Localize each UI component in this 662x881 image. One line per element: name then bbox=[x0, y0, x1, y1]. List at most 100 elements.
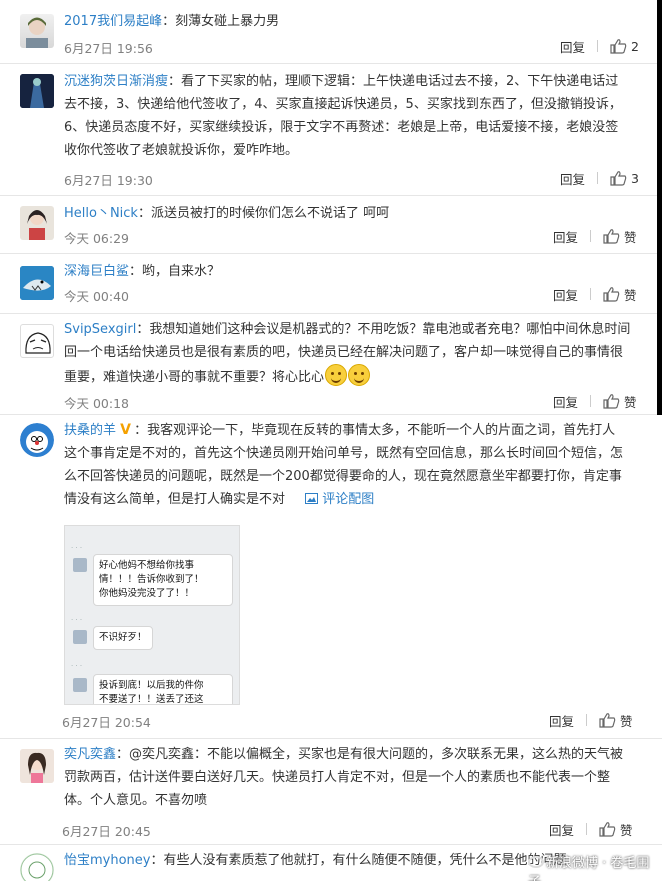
comment-text-line: 体。个人意见。不喜勿喷 bbox=[64, 793, 208, 808]
comment-time: 6月27日 20:45 bbox=[62, 824, 151, 839]
chat-text: 你他妈没完没了了！！ bbox=[99, 588, 195, 599]
comment-author[interactable]: Hello丶Nick bbox=[64, 206, 138, 221]
avatar[interactable] bbox=[20, 423, 54, 457]
verified-v-icon: V bbox=[120, 422, 131, 438]
comment-item: 深海巨白鲨：哟，自来水？ 今天 00:40 回复 赞 bbox=[0, 254, 657, 314]
chat-text: 不要送了！！送丢了还这 bbox=[99, 694, 204, 705]
chat-bubble: 好心他妈不想给你找事 情！！！告诉你收到了！ 你他妈没完没了了！！ bbox=[93, 554, 233, 606]
divider bbox=[586, 714, 588, 726]
like-button[interactable]: 赞 bbox=[603, 285, 637, 304]
comment-text-line: 重要，难道快递小哥的事就不重要？将心比心 bbox=[64, 370, 325, 385]
like-button[interactable]: 3 bbox=[610, 171, 639, 186]
reply-button[interactable]: 回复 bbox=[549, 820, 574, 839]
thumb-up-icon bbox=[610, 170, 627, 186]
avatar[interactable] bbox=[20, 853, 54, 881]
comment-text: 派送员被打的时候你们怎么不说话了 呵呵 bbox=[150, 206, 390, 221]
chat-text: 好心他妈不想给你找事 bbox=[99, 560, 195, 571]
chat-bubble: 投诉到底！以后我的件你 不要送了！！送丢了还这 bbox=[93, 674, 233, 705]
like-label: 赞 bbox=[620, 713, 633, 729]
comment-text-line: 去不接，3、快递给他代签收了，4、买家直接起诉快递员，5、买家找到东西了，但没撤… bbox=[64, 97, 622, 112]
separator: ： bbox=[162, 14, 176, 29]
like-label: 赞 bbox=[624, 287, 637, 303]
avatar[interactable] bbox=[20, 324, 54, 358]
like-button[interactable]: 赞 bbox=[603, 392, 637, 411]
comment-author[interactable]: 沉迷狗茨日渐消瘦 bbox=[64, 74, 168, 89]
comment-time: 今天 06:29 bbox=[64, 231, 129, 246]
separator: ： bbox=[134, 423, 148, 438]
comment-time: 今天 00:18 bbox=[64, 396, 129, 411]
avatar[interactable] bbox=[20, 749, 54, 783]
divider bbox=[590, 288, 592, 300]
chat-meta: · · · bbox=[71, 544, 83, 552]
reply-button[interactable]: 回复 bbox=[560, 169, 585, 188]
chat-text: 投诉到底！以后我的件你 bbox=[99, 680, 204, 691]
chat-text: 不识好歹！ bbox=[99, 632, 147, 643]
like-button[interactable]: 赞 bbox=[603, 227, 637, 246]
divider bbox=[597, 40, 599, 52]
picture-icon bbox=[305, 493, 319, 504]
like-button[interactable]: 2 bbox=[610, 39, 639, 54]
comment-text-line: 么不回答快递员的问题呢，既然是一个200都觉得要命的人，现在竟然愿意坐牢都要打你… bbox=[64, 469, 622, 484]
image-edge-strip bbox=[657, 0, 662, 415]
comment-text-line: 我客观评论一下，毕竟现在反转的事情太多，不能听一个人的片面之词，首先打人 bbox=[147, 423, 616, 438]
chat-meta: · · · bbox=[71, 616, 83, 624]
comment-author[interactable]: 2017我们易起峰 bbox=[64, 14, 162, 29]
like-label: 赞 bbox=[624, 394, 637, 410]
comment-text-line: 我想知道她们这种会议是机器式的？不用吃饭？靠电池或者充电？哪怕中间休息时间 bbox=[149, 322, 631, 337]
comment-item: SvipSexgirl：我想知道她们这种会议是机器式的？不用吃饭？靠电池或者充电… bbox=[0, 314, 657, 415]
comment-text-line: 6、快递员态度不好，买家继续投诉，限于文字不再赘述：老娘是上帝，电话爱接不接，老… bbox=[64, 120, 619, 135]
comment-text: 刻薄女碰上暴力男 bbox=[175, 14, 280, 29]
avatar[interactable] bbox=[20, 14, 54, 48]
avatar[interactable] bbox=[20, 206, 54, 240]
weibo-logo-icon bbox=[528, 856, 544, 868]
reply-button[interactable]: 回复 bbox=[560, 37, 585, 56]
comment-author[interactable]: 奕凡奕鑫 bbox=[64, 747, 116, 762]
separator: ： bbox=[137, 206, 151, 221]
comment-item: 沉迷狗茨日渐消瘦：看了下买家的帖，理顺下逻辑：上午快递电话过去不接，2、下午快递… bbox=[0, 64, 657, 196]
comment-time: 6月27日 20:54 bbox=[62, 715, 151, 730]
comment-time: 今天 00:40 bbox=[64, 289, 129, 304]
reply-button[interactable]: 回复 bbox=[549, 711, 574, 730]
comment-attached-image[interactable]: · · · 好心他妈不想给你找事 情！！！告诉你收到了！ 你他妈没完没了了！！ … bbox=[64, 525, 240, 705]
avatar[interactable] bbox=[20, 74, 54, 108]
smile-emoji-icon bbox=[325, 364, 348, 386]
comment-text-line: 情没有这么简单，但是打人确实是不对 bbox=[64, 492, 286, 507]
like-label: 赞 bbox=[620, 822, 633, 838]
comment-author[interactable]: 扶桑的羊 bbox=[64, 423, 116, 438]
comment-item: 2017我们易起峰：刻薄女碰上暴力男 6月27日 19:56 回复 2 bbox=[0, 0, 657, 64]
chat-bubble: 不识好歹！ bbox=[93, 626, 153, 650]
separator: ： bbox=[168, 74, 182, 89]
divider bbox=[590, 395, 592, 407]
comment-author[interactable]: 深海巨白鲨 bbox=[64, 264, 129, 279]
comment-text-line: 罚款两百，估计送件要白送好几天。快递员打人肯定不对，但是一个人的素质也不能代表一… bbox=[64, 770, 611, 785]
reply-button[interactable]: 回复 bbox=[553, 392, 578, 411]
comment-item: Hello丶Nick：派送员被打的时候你们怎么不说话了 呵呵 今天 06:29 … bbox=[0, 196, 657, 254]
divider bbox=[590, 230, 592, 242]
like-label: 赞 bbox=[624, 229, 637, 245]
watermark: 新浪微博 · 卷毛围子 bbox=[528, 852, 662, 881]
picture-link-label: 评论配图 bbox=[322, 492, 375, 507]
reply-button[interactable]: 回复 bbox=[553, 285, 578, 304]
separator: ： bbox=[129, 264, 143, 279]
chat-meta: · · · bbox=[71, 662, 83, 670]
like-button[interactable]: 赞 bbox=[599, 820, 633, 839]
separator: ： bbox=[136, 322, 150, 337]
comment-author[interactable]: SvipSexgirl bbox=[64, 322, 136, 337]
thumb-up-icon bbox=[603, 228, 620, 244]
comment-item: 奕凡奕鑫：@奕凡奕鑫：不能以偏概全，买家也是有很大问题的，多次联系无果，这么热的… bbox=[0, 739, 662, 845]
divider bbox=[586, 823, 588, 835]
comment-picture-link[interactable]: 评论配图 bbox=[305, 492, 374, 507]
like-count: 2 bbox=[631, 38, 639, 54]
comment-time: 6月27日 19:30 bbox=[64, 173, 153, 188]
like-count: 3 bbox=[631, 170, 639, 186]
like-button[interactable]: 赞 bbox=[599, 711, 633, 730]
thumb-up-icon bbox=[603, 393, 620, 409]
divider bbox=[597, 172, 599, 184]
avatar[interactable] bbox=[20, 266, 54, 300]
watermark-text: 新浪微博 · 卷毛围子 bbox=[528, 856, 650, 881]
reply-button[interactable]: 回复 bbox=[553, 227, 578, 246]
comment-text-line: 收你代签收了老娘就投诉你，爱咋咋地。 bbox=[64, 143, 299, 158]
comment-text: 有些人没有素质惹了他就打，有什么随便不随便，凭什么不是他的问题 bbox=[163, 853, 567, 868]
comment-author[interactable]: 怡宝myhoney bbox=[64, 853, 150, 868]
thumb-up-icon bbox=[610, 38, 627, 54]
